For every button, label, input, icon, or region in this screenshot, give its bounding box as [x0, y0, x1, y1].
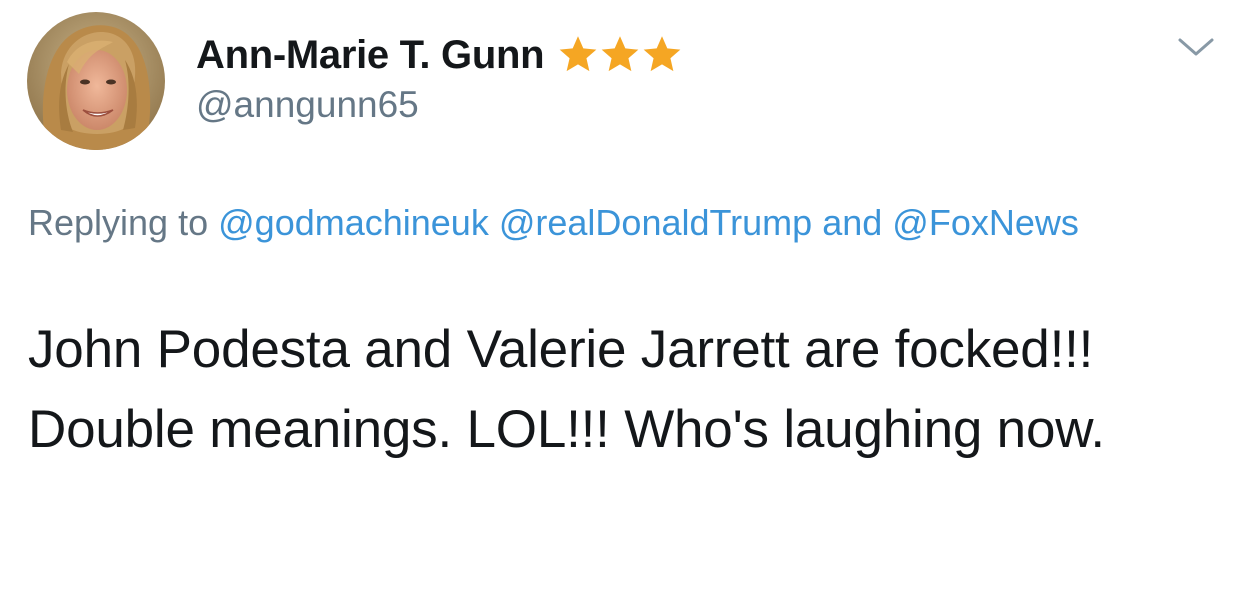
star-icon: [643, 36, 681, 72]
mention-link[interactable]: @godmachineuk: [218, 202, 489, 243]
display-name[interactable]: Ann-Marie T. Gunn: [196, 33, 545, 78]
tweet-card: Ann-Marie T. Gunn @anngunn65 Replying to…: [0, 0, 1242, 596]
star-icon: [601, 36, 639, 72]
reply-connector: and: [822, 202, 883, 243]
avatar[interactable]: [27, 12, 165, 150]
profile-photo-icon: [27, 12, 165, 150]
star-icon: [559, 36, 597, 72]
chevron-down-icon[interactable]: [1176, 32, 1216, 62]
author-row: Ann-Marie T. Gunn: [196, 30, 682, 80]
replying-to-label: Replying to: [28, 202, 209, 243]
user-handle[interactable]: @anngunn65: [196, 84, 419, 126]
mention-link[interactable]: @FoxNews: [892, 202, 1079, 243]
star-badges: [556, 33, 682, 77]
tweet-text: John Podesta and Valerie Jarrett are foc…: [28, 320, 1105, 459]
mention-link[interactable]: @realDonaldTrump: [499, 202, 812, 243]
reply-context: Replying to @godmachineuk @realDonaldTru…: [28, 194, 1218, 252]
